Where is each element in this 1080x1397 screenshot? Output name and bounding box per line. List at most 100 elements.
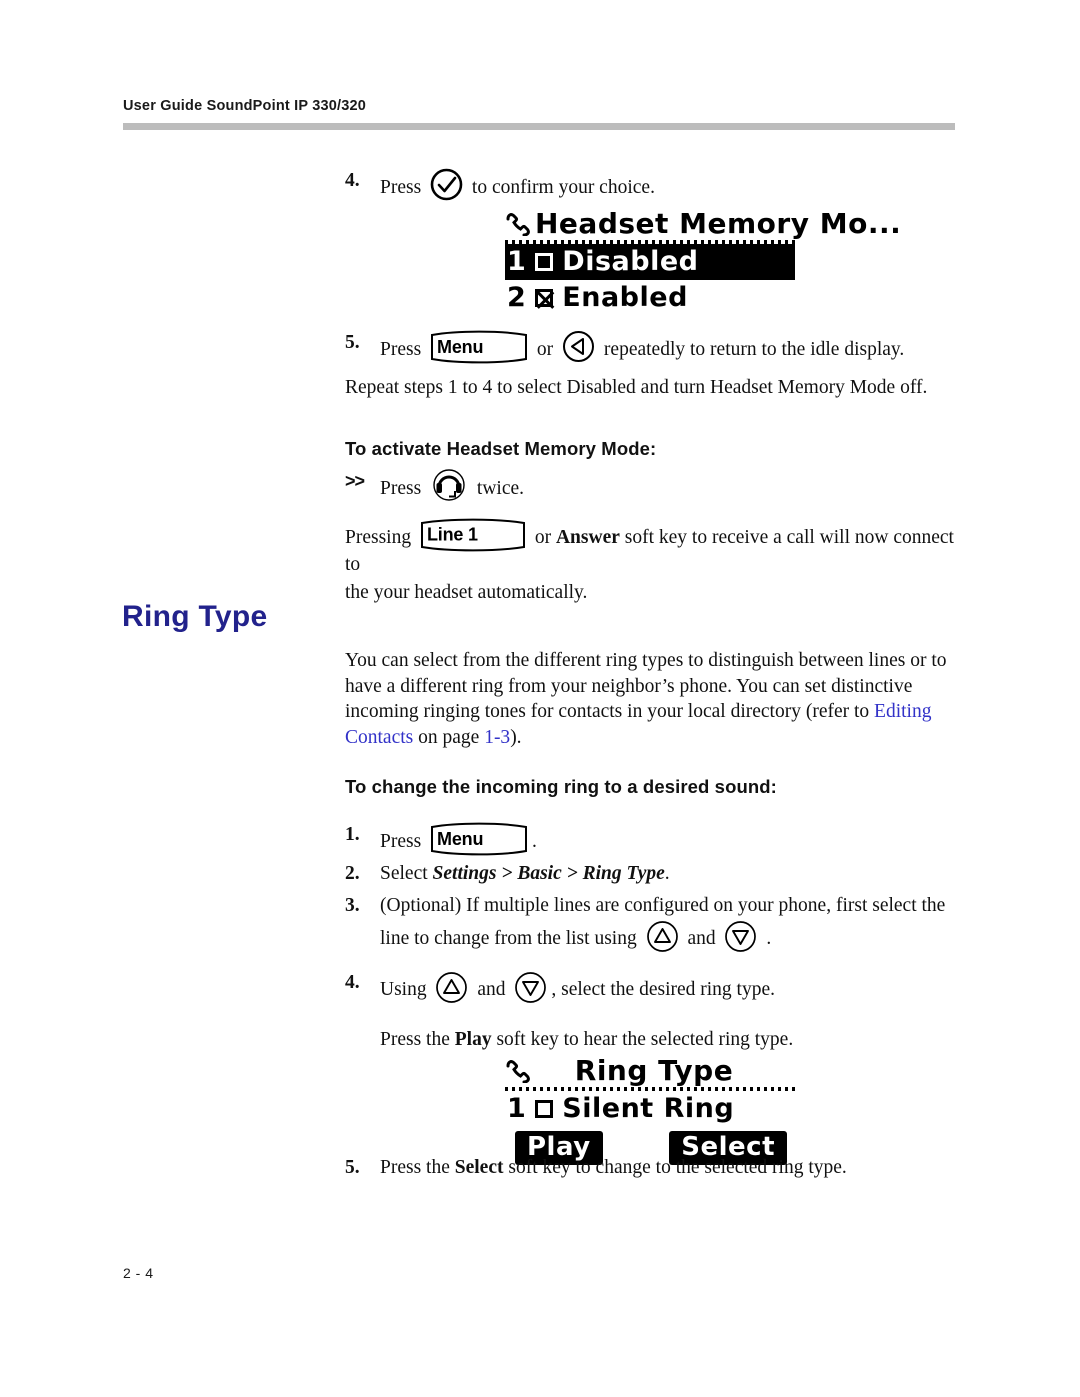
- lcd-ring-type-screen: Ring Type 1 Silent Ring Play Select: [505, 1053, 795, 1165]
- lcd-item-label: Disabled: [562, 246, 699, 277]
- step-number: 5.: [345, 332, 360, 353]
- menu-key[interactable]: Menu: [429, 822, 529, 856]
- activate-headset-bullet: >> Press twice.: [345, 468, 965, 510]
- intro-line-1: You can select from the different ring t…: [345, 650, 947, 671]
- step-4-line-2-after: soft key to hear the selected ring type.: [491, 1029, 794, 1050]
- header-divider: [123, 123, 955, 130]
- menu-key[interactable]: Menu: [429, 330, 529, 364]
- bullet-text: Press twice.: [380, 468, 965, 510]
- step-1-press-menu: 1. Press Menu .: [345, 822, 965, 856]
- lcd-item-index: 1: [507, 246, 527, 277]
- line1-answer-paragraph-line2: the your headset automatically.: [345, 581, 588, 603]
- ring-type-intro-paragraph: You can select from the different ring t…: [345, 648, 967, 750]
- step-5-return-idle: 5. Press Menu or repeatedly to return to…: [345, 330, 965, 371]
- step-text-after: repeatedly to return to the idle display…: [603, 339, 905, 360]
- intro-line-2: have a different ring from your neighbor…: [345, 675, 913, 697]
- step-4-line-2: Press the Play soft key to hear the sele…: [380, 1027, 970, 1053]
- line-1-key[interactable]: Line 1: [419, 518, 527, 552]
- bullet-marker: >>: [345, 471, 365, 491]
- step-4-line-1-before: Using: [380, 979, 427, 1000]
- step-text: Select Settings > Basic > Ring Type.: [380, 861, 965, 887]
- step-3-line-2-after: .: [766, 928, 772, 949]
- header-title: User Guide SoundPoint IP 330/320: [123, 98, 367, 114]
- step-3-select-line: 3. (Optional) If multiple lines are conf…: [345, 893, 970, 968]
- document-page: User Guide SoundPoint IP 330/320 4. Pres…: [0, 0, 1080, 1397]
- step-text: Press the Select soft key to change to t…: [380, 1155, 970, 1181]
- left-arrow-in-circle-icon: [562, 330, 595, 371]
- menu-key-label: Menu: [437, 829, 484, 849]
- lcd-list-item[interactable]: 1 Disabled: [505, 244, 795, 280]
- lcd-item-label: Silent Ring: [562, 1093, 735, 1124]
- checkmark-in-circle-icon: [430, 168, 463, 209]
- line-1-key-label: Line 1: [426, 524, 478, 545]
- phone-hook-icon: [505, 210, 531, 237]
- page-header: User Guide SoundPoint IP 330/320: [123, 98, 955, 130]
- step-4-line-2-before: Press the: [380, 1029, 455, 1050]
- step-3-line-1: (Optional) If multiple lines are configu…: [380, 895, 946, 916]
- step-4-select-ring-type: 4. Using and , select the desired ring t…: [345, 970, 970, 1053]
- lcd-checkbox-unchecked-icon: [535, 252, 554, 271]
- paragraph-part-1: Pressing: [345, 527, 412, 548]
- page-footer: 2 - 4: [123, 1265, 154, 1281]
- step-2-select-path: 2. Select Settings > Basic > Ring Type.: [345, 861, 965, 887]
- repeat-steps-note: Repeat steps 1 to 4 to select Disabled a…: [345, 377, 928, 398]
- intro-line-4-text: on page: [413, 726, 485, 748]
- lcd-list-item[interactable]: 2 Enabled: [505, 280, 795, 316]
- lcd-item-index: 2: [507, 282, 527, 313]
- select-softkey-name: Select: [454, 1157, 504, 1178]
- intro-line-4-close: ).: [510, 726, 522, 748]
- intro-line-3-text: incoming ringing tones for contacts in y…: [345, 701, 875, 722]
- lcd-item-label: Enabled: [562, 282, 688, 313]
- menu-path: Settings > Basic > Ring Type: [432, 863, 665, 884]
- step-text: Using and , select the desired ring type…: [380, 970, 970, 1053]
- step-5-press-select: 5. Press the Select soft key to change t…: [345, 1155, 970, 1181]
- step-4-confirm: 4. Press to confirm your choice.: [345, 168, 965, 209]
- phone-hook-icon: [505, 1057, 531, 1084]
- step-3-line-2-before: line to change from the list using: [380, 928, 637, 949]
- step-3-line-2: line to change from the list using and .: [380, 919, 970, 968]
- down-arrow-in-circle-icon: [724, 920, 757, 968]
- editing-contacts-link-part1[interactable]: Editing: [874, 701, 931, 722]
- lcd-list-item[interactable]: 1 Silent Ring: [505, 1091, 795, 1127]
- menu-key-label: Menu: [437, 337, 484, 357]
- up-arrow-in-circle-icon: [646, 920, 679, 968]
- bullet-text-after: twice.: [476, 478, 525, 499]
- activate-headset-heading: To activate Headset Memory Mode:: [345, 438, 657, 459]
- step-text: Press Menu .: [380, 822, 965, 856]
- editing-contacts-link-part2[interactable]: Contacts: [345, 727, 413, 748]
- step-text: (Optional) If multiple lines are configu…: [380, 893, 970, 968]
- step-number: 2.: [345, 863, 360, 884]
- step-text: Press Menu or repeatedly to return to th…: [380, 330, 965, 371]
- step-4-line-1-between: and: [477, 979, 506, 1000]
- lcd-title: Ring Type: [574, 1053, 734, 1087]
- step-text-before: Select: [380, 863, 433, 884]
- step-number: 5.: [345, 1157, 360, 1178]
- step-5-after: soft key to change to the selected ring …: [503, 1157, 847, 1178]
- line1-answer-paragraph: Pressing Line 1 or Answer soft key to re…: [345, 518, 970, 605]
- lcd-item-index: 1: [507, 1093, 527, 1124]
- step-text-after: to confirm your choice.: [471, 177, 655, 198]
- lcd-checkbox-checked-icon: [535, 288, 554, 307]
- step-text-before: Press: [380, 177, 422, 198]
- step-number: 4.: [345, 170, 360, 191]
- down-arrow-in-circle-icon: [514, 971, 547, 1019]
- step-text-between: or: [536, 339, 554, 360]
- step-text-after: .: [532, 831, 537, 852]
- lcd-title: Headset Memory Mo...: [535, 206, 902, 240]
- step-4-line-1: Using and , select the desired ring type…: [380, 970, 970, 1019]
- step-text-after: .: [664, 863, 670, 884]
- play-softkey-name: Play: [454, 1029, 492, 1050]
- intro-line-3: incoming ringing tones for contacts in y…: [345, 699, 967, 725]
- step-number: 1.: [345, 824, 360, 845]
- step-3-line-2-between: and: [687, 928, 716, 949]
- lcd-title-bar: Headset Memory Mo...: [505, 206, 901, 240]
- step-5-before: Press the: [380, 1157, 455, 1178]
- step-text: Press to confirm your choice.: [380, 168, 965, 209]
- section-heading-ring-type: Ring Type: [122, 600, 268, 633]
- lcd-checkbox-unchecked-icon: [535, 1099, 554, 1118]
- page-reference-link[interactable]: 1-3: [484, 727, 510, 748]
- intro-line-4: Contacts on page 1-3).: [345, 725, 967, 751]
- step-number: 3.: [345, 895, 360, 916]
- lcd-title-bar: Ring Type: [505, 1053, 795, 1087]
- headset-in-circle-icon: [430, 468, 468, 510]
